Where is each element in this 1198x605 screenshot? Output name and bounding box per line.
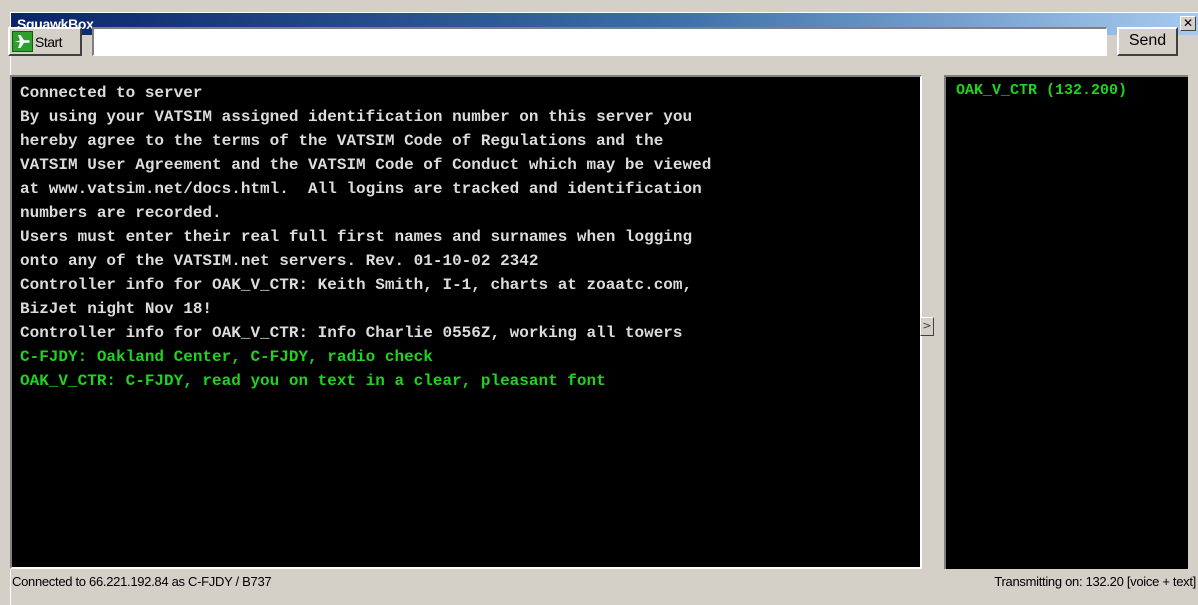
chevron-right-icon: > <box>922 319 932 332</box>
chat-line: Users must enter their real full first n… <box>20 228 693 246</box>
chat-line: Controller info for OAK_V_CTR: Keith Smi… <box>20 276 693 294</box>
chat-line: VATSIM User Agreement and the VATSIM Cod… <box>20 156 712 174</box>
close-icon: ✕ <box>1182 16 1194 30</box>
chat-line: By using your VATSIM assigned identifica… <box>20 108 693 126</box>
chat-line: Connected to server <box>20 84 203 102</box>
chat-line: Controller info for OAK_V_CTR: Info Char… <box>20 324 683 342</box>
chat-line: numbers are recorded. <box>20 204 222 222</box>
chat-line: at www.vatsim.net/docs.html. All logins … <box>20 180 702 198</box>
send-button[interactable]: Send <box>1117 27 1178 56</box>
chat-line: hereby agree to the terms of the VATSIM … <box>20 132 664 150</box>
chat-line: OAK_V_CTR: C-FJDY, read you on text in a… <box>20 372 606 390</box>
close-button[interactable]: ✕ <box>1180 16 1196 31</box>
message-input[interactable] <box>92 27 1107 56</box>
expand-arrow-button[interactable]: > <box>920 317 934 336</box>
chat-line: BizJet night Nov 18! <box>20 300 213 318</box>
airplane-icon <box>12 31 33 52</box>
chat-log[interactable]: Connected to server By using your VATSIM … <box>10 75 922 569</box>
atc-list[interactable]: OAK_V_CTR (132.200) <box>944 75 1188 569</box>
start-button[interactable]: Start <box>8 27 82 56</box>
atc-list-item[interactable]: OAK_V_CTR (132.200) <box>956 81 1178 101</box>
connection-status: Connected to 66.221.192.84 as C-FJDY / B… <box>12 574 272 589</box>
start-label: Start <box>35 33 63 50</box>
chat-line: onto any of the VATSIM.net servers. Rev.… <box>20 252 539 270</box>
transmit-status: Transmitting on: 132.20 [voice + text] <box>994 574 1196 589</box>
chat-line: C-FJDY: Oakland Center, C-FJDY, radio ch… <box>20 348 433 366</box>
